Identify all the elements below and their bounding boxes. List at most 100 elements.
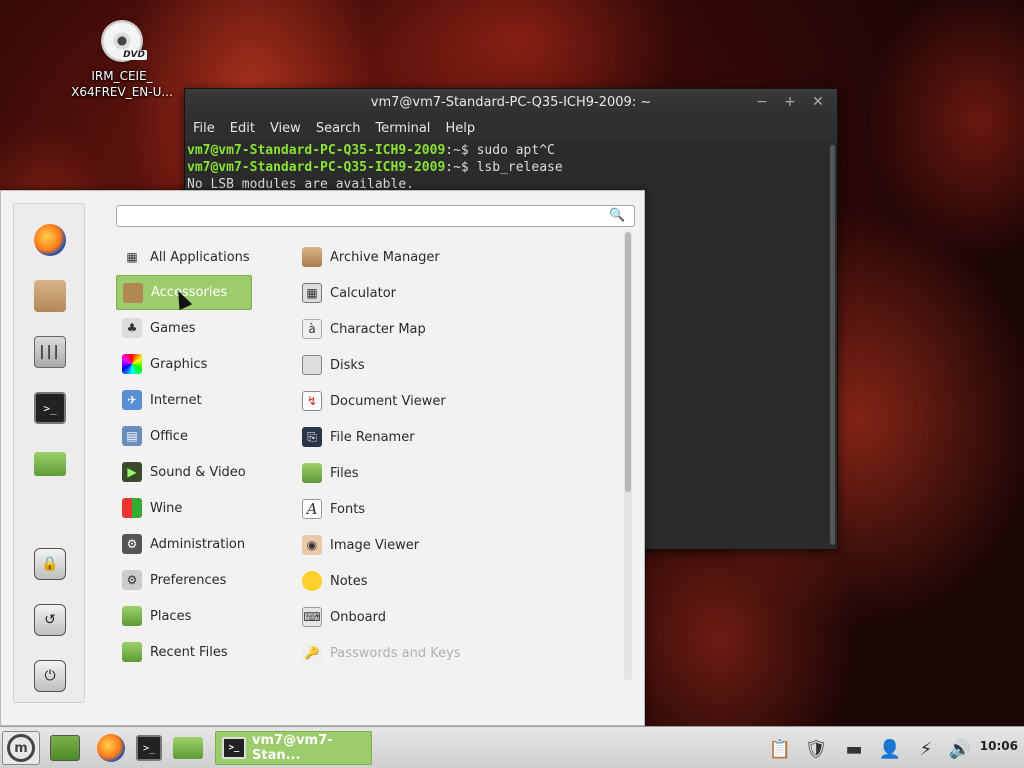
taskbar: m >_ >_ vm7@vm7-Stan... 📋 🛡 ▬ 👤 ⚡ 🔊 10:0… bbox=[0, 726, 1024, 768]
firefox-icon bbox=[97, 734, 125, 762]
minimize-icon[interactable]: − bbox=[751, 89, 773, 116]
accessories-icon bbox=[123, 282, 143, 303]
power-icon[interactable]: ⏻ bbox=[34, 660, 66, 692]
menu-terminal[interactable]: Terminal bbox=[375, 116, 430, 142]
onboard-icon: ⌨ bbox=[302, 607, 322, 627]
category-sound-video[interactable]: ▶ Sound & Video bbox=[116, 454, 252, 490]
desktop-dvd-icon[interactable]: DVD IRM_CEIE_ X64FREV_EN-U... bbox=[60, 20, 184, 100]
office-icon: ▤ bbox=[122, 426, 142, 446]
firefox-icon[interactable] bbox=[34, 224, 66, 256]
terminal-scrollbar[interactable] bbox=[830, 145, 835, 545]
app-character-map[interactable]: à Character Map bbox=[296, 311, 616, 347]
maximize-icon[interactable]: + bbox=[779, 89, 801, 116]
fonts-icon: A bbox=[302, 499, 322, 519]
category-recent-files[interactable]: Recent Files bbox=[116, 634, 252, 670]
mint-menu-button[interactable]: m bbox=[2, 731, 40, 765]
wine-icon bbox=[122, 498, 142, 518]
app-onboard[interactable]: ⌨ Onboard bbox=[296, 599, 616, 635]
keyboard-icon[interactable]: ▬ bbox=[840, 737, 868, 761]
places-icon bbox=[122, 606, 142, 626]
app-calculator[interactable]: ▦ Calculator bbox=[296, 275, 616, 311]
app-files[interactable]: Files bbox=[296, 455, 616, 491]
taskbar-files[interactable] bbox=[170, 731, 206, 765]
folder-icon bbox=[173, 737, 203, 759]
terminal-icon: >_ bbox=[136, 735, 162, 761]
disks-icon bbox=[302, 355, 322, 375]
clock[interactable]: 10:06 bbox=[980, 739, 1018, 753]
show-desktop-icon bbox=[50, 735, 80, 761]
folder-icon[interactable] bbox=[34, 452, 66, 476]
terminal-line: vm7@vm7-Standard-PC-Q35-ICH9-2009:~$ lsb… bbox=[187, 160, 563, 175]
close-icon[interactable]: ✕ bbox=[807, 89, 829, 116]
linux-mint-logo-icon: m bbox=[7, 734, 35, 762]
preferences-icon: ⚙ bbox=[122, 570, 142, 590]
recent-files-icon bbox=[122, 642, 142, 662]
graphics-icon bbox=[122, 354, 142, 374]
calculator-icon: ▦ bbox=[302, 283, 322, 303]
category-administration[interactable]: ⚙ Administration bbox=[116, 526, 252, 562]
image-viewer-icon: ◉ bbox=[302, 535, 322, 555]
category-wine[interactable]: Wine bbox=[116, 490, 252, 526]
app-fonts[interactable]: A Fonts bbox=[296, 491, 616, 527]
application-list: Archive Manager ▦ Calculator à Character M… bbox=[296, 239, 616, 671]
archive-manager-icon[interactable] bbox=[34, 280, 66, 312]
app-notes[interactable]: Notes bbox=[296, 563, 616, 599]
terminal-titlebar[interactable]: vm7@vm7-Standard-PC-Q35-ICH9-2009: ~ − +… bbox=[185, 89, 837, 116]
volume-icon[interactable]: 🔊 bbox=[946, 737, 974, 761]
terminal-title: vm7@vm7-Standard-PC-Q35-ICH9-2009: ~ bbox=[370, 95, 652, 110]
taskbar-firefox[interactable] bbox=[92, 731, 130, 765]
menu-edit[interactable]: Edit bbox=[230, 116, 255, 142]
terminal-menubar: File Edit View Search Terminal Help bbox=[185, 116, 837, 142]
app-document-viewer[interactable]: ↯ Document Viewer bbox=[296, 383, 616, 419]
archive-icon bbox=[302, 247, 322, 267]
internet-icon: ✈ bbox=[122, 390, 142, 410]
category-preferences[interactable]: ⚙ Preferences bbox=[116, 562, 252, 598]
dvd-icon: DVD bbox=[101, 20, 147, 62]
menu-help[interactable]: Help bbox=[445, 116, 475, 142]
passwords-icon: 🔑 bbox=[302, 643, 322, 663]
taskbar-window-terminal[interactable]: >_ vm7@vm7-Stan... bbox=[215, 731, 372, 765]
search-input[interactable] bbox=[116, 205, 635, 227]
category-office[interactable]: ▤ Office bbox=[116, 418, 252, 454]
menu-file[interactable]: File bbox=[193, 116, 215, 142]
logout-icon[interactable]: ↺ bbox=[34, 604, 66, 636]
document-viewer-icon: ↯ bbox=[302, 391, 322, 411]
taskbar-show-desktop[interactable] bbox=[46, 731, 84, 765]
category-graphics[interactable]: Graphics bbox=[116, 346, 252, 382]
terminal-icon: >_ bbox=[222, 737, 246, 759]
file-renamer-icon: ⎘ bbox=[302, 427, 322, 447]
favorites-panel: >_ 🔒 ↺ ⏻ bbox=[13, 203, 85, 703]
app-disks[interactable]: Disks bbox=[296, 347, 616, 383]
desktop-icon-label: IRM_CEIE_ X64FREV_EN-U... bbox=[71, 69, 173, 99]
category-internet[interactable]: ✈ Internet bbox=[116, 382, 252, 418]
app-file-renamer[interactable]: ⎘ File Renamer bbox=[296, 419, 616, 455]
shield-icon[interactable]: 🛡 bbox=[802, 737, 830, 761]
games-icon: ♣ bbox=[122, 318, 142, 338]
category-games[interactable]: ♣ Games bbox=[116, 310, 252, 346]
menu-view[interactable]: View bbox=[270, 116, 301, 142]
terminal-line: vm7@vm7-Standard-PC-Q35-ICH9-2009:~$ sud… bbox=[187, 143, 555, 158]
category-all-applications[interactable]: ▦ All Applications bbox=[116, 239, 252, 275]
terminal-icon[interactable]: >_ bbox=[34, 392, 66, 424]
notes-icon bbox=[302, 571, 322, 591]
application-scrollbar-thumb[interactable] bbox=[625, 232, 631, 492]
folder-icon bbox=[302, 463, 322, 483]
character-map-icon: à bbox=[302, 319, 322, 339]
grid-icon: ▦ bbox=[126, 250, 138, 264]
network-icon[interactable]: ⚡ bbox=[912, 737, 940, 761]
sound-video-icon: ▶ bbox=[122, 462, 142, 482]
taskbar-terminal[interactable]: >_ bbox=[132, 731, 166, 765]
mixer-icon[interactable] bbox=[34, 336, 66, 368]
dvd-badge: DVD bbox=[121, 50, 147, 60]
lock-icon[interactable]: 🔒 bbox=[34, 548, 66, 580]
app-archive-manager[interactable]: Archive Manager bbox=[296, 239, 616, 275]
clipboard-icon[interactable]: 📋 bbox=[766, 737, 794, 761]
administration-icon: ⚙ bbox=[122, 534, 142, 554]
search-icon[interactable]: 🔍 bbox=[609, 208, 625, 223]
app-passwords-and-keys[interactable]: 🔑 Passwords and Keys bbox=[296, 635, 616, 671]
user-icon[interactable]: 👤 bbox=[876, 737, 904, 761]
category-places[interactable]: Places bbox=[116, 598, 252, 634]
start-menu: >_ 🔒 ↺ ⏻ 🔍 ▦All Applications Accessories… bbox=[0, 190, 645, 726]
app-image-viewer[interactable]: ◉ Image Viewer bbox=[296, 527, 616, 563]
menu-search[interactable]: Search bbox=[316, 116, 361, 142]
